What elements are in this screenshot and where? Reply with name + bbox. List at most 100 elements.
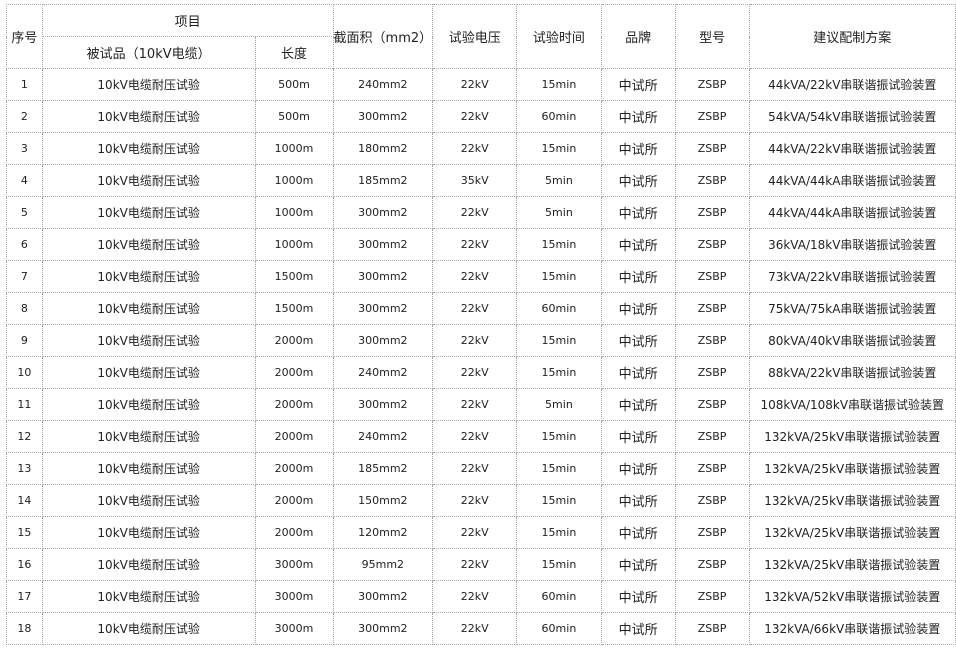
table-row: 7 10kV电缆耐压试验 1500m 300mm2 22kV 15min 中试所 ZSBP 73… <box>6 260 956 293</box>
cell-model: ZSBP <box>674 420 750 453</box>
cell-seq: 13 <box>6 452 43 485</box>
cell-model: ZSBP <box>674 164 750 197</box>
cell-voltage: 22kV <box>432 420 518 453</box>
header-voltage: 试验电压 <box>432 4 518 69</box>
cell-model: ZSBP <box>674 68 750 101</box>
cell-voltage: 22kV <box>432 292 518 325</box>
cell-length: 1000m <box>254 228 334 261</box>
cell-brand: 中试所 <box>600 484 676 517</box>
table-header: 序号 项目 截面积（mm2） 试验电压 试验时间 品牌 型号 建议配制方案 被试… <box>6 4 956 69</box>
cell-brand: 中试所 <box>600 196 676 229</box>
header-brand: 品牌 <box>600 4 676 69</box>
cell-section: 240mm2 <box>332 420 434 453</box>
cell-length: 3000m <box>254 612 334 645</box>
cell-seq: 9 <box>6 324 43 357</box>
cell-seq: 16 <box>6 548 43 581</box>
cell-brand: 中试所 <box>600 580 676 613</box>
cell-seq: 17 <box>6 580 43 613</box>
cell-seq: 1 <box>6 68 43 101</box>
cell-item: 10kV电缆耐压试验 <box>41 196 256 229</box>
cell-model: ZSBP <box>674 260 750 293</box>
cell-voltage: 22kV <box>432 580 518 613</box>
cell-item: 10kV电缆耐压试验 <box>41 580 256 613</box>
cell-item: 10kV电缆耐压试验 <box>41 164 256 197</box>
table-body: 1 10kV电缆耐压试验 500m 240mm2 22kV 15min 中试所 ZSBP 44k… <box>6 68 956 645</box>
cell-seq: 12 <box>6 420 43 453</box>
cell-time: 15min <box>516 516 602 549</box>
cell-brand: 中试所 <box>600 516 676 549</box>
cell-brand: 中试所 <box>600 100 676 133</box>
cable-test-config-table: 序号 项目 截面积（mm2） 试验电压 试验时间 品牌 型号 建议配制方案 被试… <box>6 4 956 645</box>
cell-seq: 2 <box>6 100 43 133</box>
cell-seq: 14 <box>6 484 43 517</box>
cell-time: 15min <box>516 260 602 293</box>
cell-model: ZSBP <box>674 388 750 421</box>
cell-time: 60min <box>516 292 602 325</box>
cell-model: ZSBP <box>674 100 750 133</box>
table-row: 5 10kV电缆耐压试验 1000m 300mm2 22kV 5min 中试所 ZSBP 44k… <box>6 196 956 229</box>
cell-section: 120mm2 <box>332 516 434 549</box>
cell-plan: 132kVA/25kV串联谐振试验装置 <box>748 452 956 485</box>
header-plan: 建议配制方案 <box>748 4 956 69</box>
cell-voltage: 22kV <box>432 388 518 421</box>
cell-item: 10kV电缆耐压试验 <box>41 228 256 261</box>
cell-voltage: 22kV <box>432 452 518 485</box>
cell-brand: 中试所 <box>600 132 676 165</box>
cell-plan: 132kVA/25kV串联谐振试验装置 <box>748 420 956 453</box>
cell-section: 95mm2 <box>332 548 434 581</box>
cell-section: 300mm2 <box>332 324 434 357</box>
cell-plan: 54kVA/54kV串联谐振试验装置 <box>748 100 956 133</box>
table-row: 1 10kV电缆耐压试验 500m 240mm2 22kV 15min 中试所 ZSBP 44k… <box>6 68 956 101</box>
header-tested: 被试品（10kV电缆） <box>41 36 256 69</box>
cell-seq: 6 <box>6 228 43 261</box>
cell-length: 2000m <box>254 420 334 453</box>
cell-brand: 中试所 <box>600 292 676 325</box>
cell-time: 60min <box>516 100 602 133</box>
cell-seq: 11 <box>6 388 43 421</box>
cell-time: 5min <box>516 196 602 229</box>
cell-brand: 中试所 <box>600 420 676 453</box>
cell-brand: 中试所 <box>600 356 676 389</box>
cell-length: 1000m <box>254 196 334 229</box>
cell-time: 5min <box>516 164 602 197</box>
cell-plan: 44kVA/22kV串联谐振试验装置 <box>748 68 956 101</box>
cell-time: 5min <box>516 388 602 421</box>
cell-item: 10kV电缆耐压试验 <box>41 356 256 389</box>
cell-plan: 75kVA/75kA串联谐振试验装置 <box>748 292 956 325</box>
cell-voltage: 22kV <box>432 132 518 165</box>
cell-section: 240mm2 <box>332 68 434 101</box>
cell-length: 2000m <box>254 516 334 549</box>
cell-plan: 132kVA/25kV串联谐振试验装置 <box>748 516 956 549</box>
cell-model: ZSBP <box>674 356 750 389</box>
cell-voltage: 22kV <box>432 356 518 389</box>
cell-item: 10kV电缆耐压试验 <box>41 452 256 485</box>
cell-model: ZSBP <box>674 484 750 517</box>
cell-voltage: 22kV <box>432 484 518 517</box>
cell-length: 1500m <box>254 292 334 325</box>
cell-section: 185mm2 <box>332 164 434 197</box>
cell-voltage: 22kV <box>432 516 518 549</box>
cell-time: 15min <box>516 484 602 517</box>
cell-length: 1000m <box>254 164 334 197</box>
cell-section: 300mm2 <box>332 388 434 421</box>
cell-seq: 18 <box>6 612 43 645</box>
cell-time: 15min <box>516 356 602 389</box>
cell-length: 2000m <box>254 388 334 421</box>
table-row: 13 10kV电缆耐压试验 2000m 185mm2 22kV 15min 中试所 ZSBP 1… <box>6 452 956 485</box>
cell-time: 15min <box>516 324 602 357</box>
cell-plan: 88kVA/22kV串联谐振试验装置 <box>748 356 956 389</box>
cell-length: 500m <box>254 100 334 133</box>
cell-voltage: 22kV <box>432 68 518 101</box>
table-row: 8 10kV电缆耐压试验 1500m 300mm2 22kV 60min 中试所 ZSBP 75… <box>6 292 956 325</box>
cell-item: 10kV电缆耐压试验 <box>41 68 256 101</box>
cell-voltage: 22kV <box>432 324 518 357</box>
cell-model: ZSBP <box>674 516 750 549</box>
cell-section: 300mm2 <box>332 100 434 133</box>
table-row: 14 10kV电缆耐压试验 2000m 150mm2 22kV 15min 中试所 ZSBP 1… <box>6 484 956 517</box>
cell-plan: 132kVA/25kV串联谐振试验装置 <box>748 548 956 581</box>
cell-brand: 中试所 <box>600 452 676 485</box>
cell-item: 10kV电缆耐压试验 <box>41 132 256 165</box>
cell-length: 2000m <box>254 324 334 357</box>
cell-time: 15min <box>516 452 602 485</box>
cell-model: ZSBP <box>674 612 750 645</box>
